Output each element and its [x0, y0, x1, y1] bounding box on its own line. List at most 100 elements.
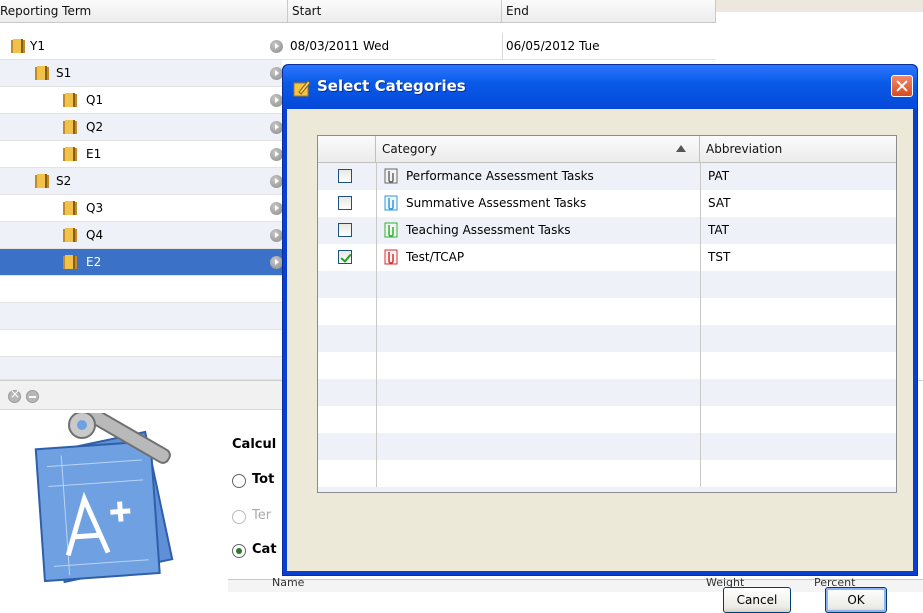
category-name: Summative Assessment Tasks [406, 196, 587, 210]
ok-button[interactable]: OK [825, 587, 887, 613]
folder-icon [35, 174, 49, 188]
cell-separator [502, 33, 503, 60]
paperclip-icon [384, 222, 398, 238]
empty-row [318, 352, 896, 379]
dialog-title: Select Categories [317, 77, 466, 95]
empty-row [318, 487, 896, 492]
radio-total[interactable] [232, 474, 246, 488]
select-categories-dialog: Select Categories Category Abbreviation … [282, 64, 918, 613]
column-separator [376, 217, 377, 244]
category-name: Teaching Assessment Tasks [406, 223, 571, 237]
row-arrow-icon[interactable] [270, 40, 283, 53]
folder-icon [11, 39, 25, 53]
tree-row-q2[interactable]: Q2 [0, 114, 283, 141]
weights-table-header: Name Weight Percent [228, 576, 923, 592]
tree-row-empty [0, 330, 282, 357]
tree-header: Reporting Term Start End [0, 0, 716, 23]
category-checkbox[interactable] [338, 250, 352, 264]
category-checkbox[interactable] [338, 169, 352, 183]
tree-row-q4[interactable]: Q4 [0, 222, 283, 249]
column-separator [700, 190, 701, 217]
header-checkbox-column[interactable] [318, 136, 376, 162]
header-abbreviation[interactable]: Abbreviation [700, 136, 896, 162]
sort-ascending-icon [676, 145, 686, 152]
tree-row-e1[interactable]: E1 [0, 141, 283, 168]
empty-row [318, 406, 896, 433]
header-end[interactable]: End [502, 0, 716, 22]
category-row[interactable]: Summative Assessment Tasks SAT [318, 190, 896, 217]
term-label: Y1 [30, 39, 45, 53]
header-category-label: Category [382, 142, 437, 156]
tree-row-q3[interactable]: Q3 [0, 195, 283, 222]
empty-row [318, 271, 896, 298]
pencil-folder-icon [293, 80, 311, 97]
categories-grid: Category Abbreviation Performance Assess… [317, 135, 897, 493]
radio-total-label: Tot [252, 472, 275, 487]
term-label: Q1 [86, 93, 104, 107]
window-background-strip [716, 0, 923, 12]
empty-row [318, 460, 896, 487]
category-name: Performance Assessment Tasks [406, 169, 594, 183]
category-name: Test/TCAP [406, 250, 465, 264]
radio-category[interactable] [232, 544, 246, 558]
folder-icon [35, 66, 49, 80]
grid-header: Category Abbreviation [318, 136, 896, 163]
paperclip-icon [384, 168, 398, 184]
category-checkbox[interactable] [338, 196, 352, 210]
term-label: Q2 [86, 120, 104, 134]
term-label: S2 [56, 174, 72, 188]
dialog-close-button[interactable] [891, 75, 913, 97]
column-separator [700, 217, 701, 244]
folder-icon [63, 255, 77, 269]
tree-row-y1[interactable]: Y1 08/03/2011 Wed 06/05/2012 Tue [0, 33, 716, 60]
header-start[interactable]: Start [288, 0, 502, 22]
minimize-icon[interactable] [26, 390, 39, 403]
term-label: Q3 [86, 201, 104, 215]
calculation-label: Calcul [232, 437, 277, 452]
header-reporting-term[interactable]: Reporting Term [0, 0, 288, 22]
empty-row [318, 325, 896, 352]
folder-icon [63, 147, 77, 161]
app-logo-icon [34, 413, 174, 584]
term-label: S1 [56, 66, 72, 80]
empty-row [318, 298, 896, 325]
tree-row-s2[interactable]: S2 [0, 168, 283, 195]
empty-row [318, 379, 896, 406]
category-abbreviation: PAT [708, 169, 730, 183]
cancel-button[interactable]: Cancel [723, 587, 791, 613]
radio-term[interactable] [232, 510, 246, 524]
tree-row-e2[interactable]: E2 [0, 249, 283, 276]
panel-toolbar [0, 381, 290, 410]
tree-row-s1[interactable]: S1 [0, 60, 283, 87]
folder-icon [63, 228, 77, 242]
folder-icon [63, 201, 77, 215]
tree-row-empty [0, 357, 282, 380]
paperclip-icon [384, 195, 398, 211]
paperclip-icon [384, 249, 398, 265]
close-icon[interactable] [8, 387, 21, 403]
column-separator [376, 163, 377, 190]
category-row[interactable]: Test/TCAP TST [318, 244, 896, 271]
radio-term-label: Ter [252, 508, 272, 523]
start-date: 08/03/2011 Wed [290, 39, 390, 53]
column-separator [376, 244, 377, 271]
category-checkbox[interactable] [338, 223, 352, 237]
term-label: E2 [86, 255, 102, 269]
column-separator [700, 244, 701, 271]
term-label: Q4 [86, 228, 104, 242]
tree-row-empty [0, 276, 282, 303]
category-row[interactable]: Teaching Assessment Tasks TAT [318, 217, 896, 244]
dialog-titlebar[interactable]: Select Categories [283, 65, 917, 109]
radio-category-label: Cat [252, 542, 277, 557]
category-abbreviation: TAT [708, 223, 730, 237]
category-abbreviation: TST [708, 250, 731, 264]
header-category[interactable]: Category [376, 136, 700, 162]
category-row[interactable]: Performance Assessment Tasks PAT [318, 163, 896, 190]
dialog-body: Category Abbreviation Performance Assess… [287, 109, 913, 613]
column-separator [700, 163, 701, 190]
empty-row [318, 433, 896, 460]
term-label: E1 [86, 147, 102, 161]
tree-row-q1[interactable]: Q1 [0, 87, 283, 114]
header-name[interactable]: Name [272, 576, 304, 589]
folder-icon [63, 120, 77, 134]
